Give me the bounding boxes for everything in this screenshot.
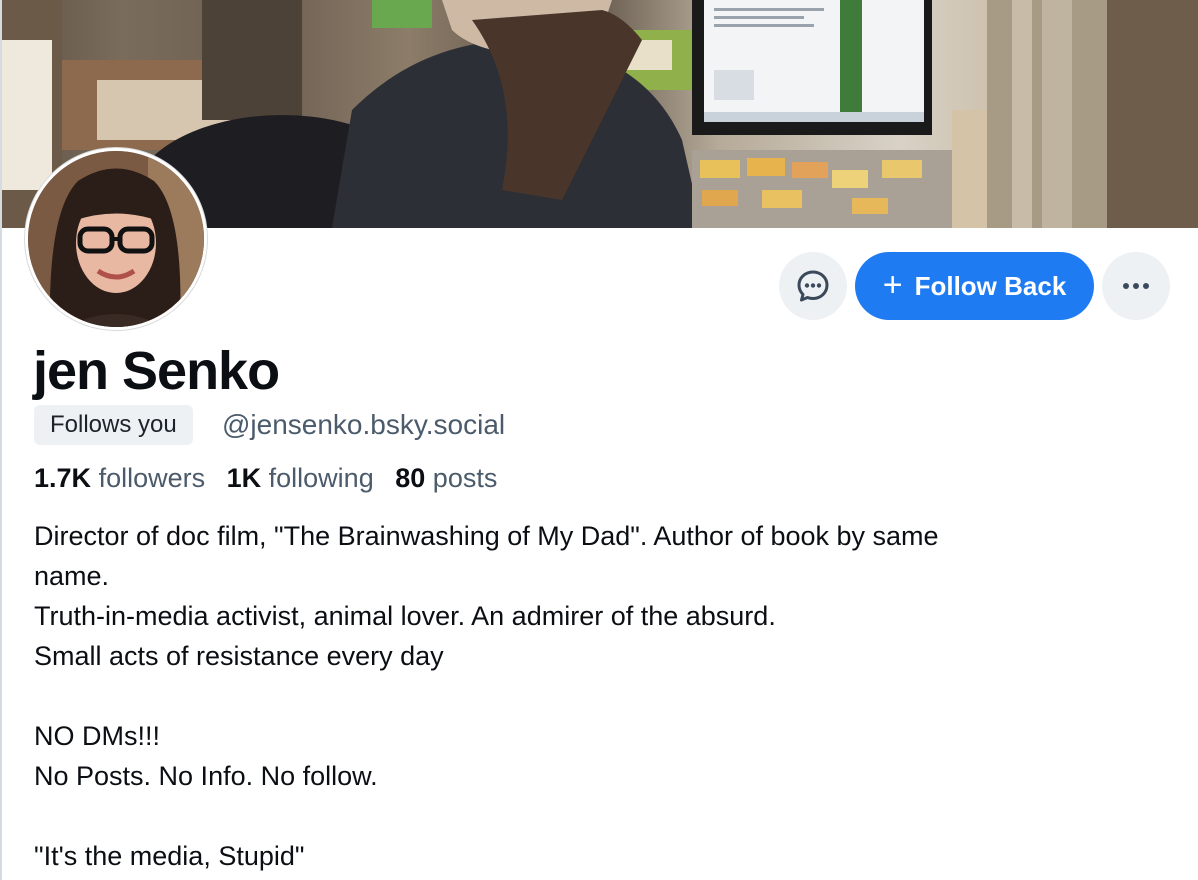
bio-line: NO DMs!!! [34,721,160,751]
ellipsis-icon [1123,283,1149,289]
following-count: 1K [226,463,262,493]
message-button[interactable] [779,252,847,320]
follows-you-badge: Follows you [34,405,193,445]
bio-line: Small acts of resistance every day [34,641,444,671]
following-label: following [268,463,374,493]
followers-count: 1.7K [34,463,92,493]
posts-count: 80 [395,463,426,493]
followers-link[interactable]: 1.7K followers [34,463,205,493]
follow-back-label: Follow Back [914,270,1067,301]
plus-icon: + [882,265,903,304]
bio-line: Director of doc film, "The Brainwashing … [34,521,939,551]
posts-label: posts [432,463,498,493]
bio-line: No Posts. No Info. No follow. [34,761,378,791]
display-name: jen Senko [33,341,280,401]
posts-stat: 80 posts [395,463,497,493]
avatar[interactable] [25,148,207,330]
profile-stats: 1.7K followers 1K following 80 posts [34,458,511,498]
chat-bubble-icon [797,270,829,302]
profile-bio: Director of doc film, "The Brainwashing … [34,516,1144,876]
avatar-photo [28,151,204,327]
follow-back-button[interactable]: + Follow Back [855,252,1094,320]
bio-spacer [34,676,1144,716]
bio-line: "It's the media, Stupid" [34,841,305,871]
following-link[interactable]: 1K following [227,463,374,493]
more-options-button[interactable] [1102,252,1170,320]
bio-line: name. [34,561,110,591]
handle: @jensenko.bsky.social [222,409,506,440]
followers-label: followers [98,463,206,493]
bio-line: Truth-in-media activist, animal lover. A… [34,601,776,631]
bio-spacer [34,796,1144,836]
